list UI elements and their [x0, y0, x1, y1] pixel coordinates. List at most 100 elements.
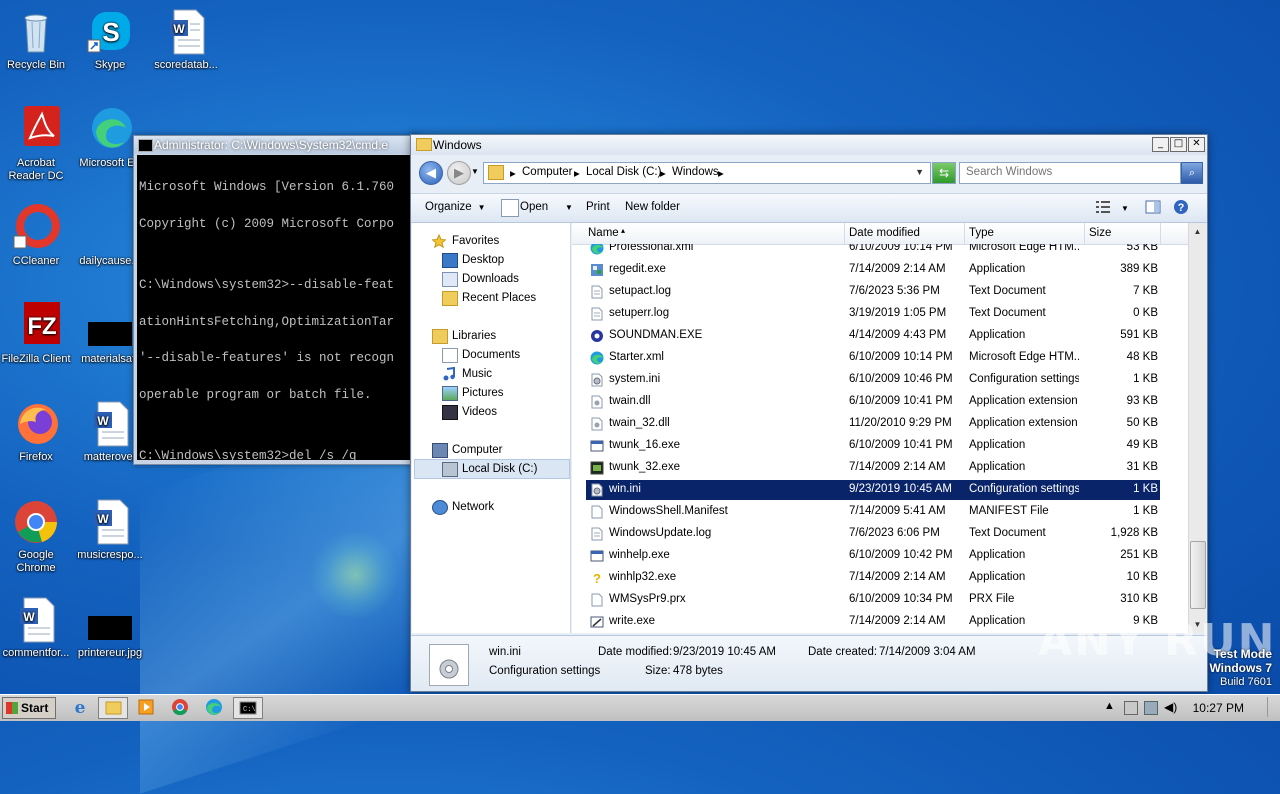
nav-favorites[interactable]: Favorites	[452, 235, 499, 247]
address-dropdown-icon[interactable]: ▼	[915, 167, 924, 177]
taskbar-ie-icon[interactable]: e	[66, 697, 94, 718]
close-button[interactable]: ✕	[1188, 137, 1205, 152]
scrollbar-thumb[interactable]	[1190, 541, 1206, 609]
breadcrumb-separator-icon[interactable]: ▸	[660, 166, 666, 180]
file-row[interactable]: WindowsUpdate.log 7/6/2023 6:06 PM Text Do…	[586, 524, 1160, 544]
maximize-button[interactable]: □	[1170, 137, 1187, 152]
show-desktop-button[interactable]	[1267, 697, 1278, 717]
open-dropdown-button[interactable]: ▼	[559, 201, 573, 213]
nav-libraries[interactable]: Libraries	[452, 330, 496, 342]
desktop-icon-skype[interactable]: S Skype	[74, 8, 146, 72]
column-divider[interactable]	[1084, 223, 1085, 244]
taskbar-explorer-icon[interactable]	[98, 697, 128, 719]
view-dropdown-icon[interactable]: ▼	[1121, 202, 1129, 214]
refresh-button[interactable]: ⇆	[932, 162, 956, 184]
new-folder-button[interactable]: New folder	[625, 201, 680, 213]
desktop-icon-acrobat[interactable]: Acrobat Reader DC	[0, 106, 72, 183]
nav-local-disk[interactable]: Local Disk (C:)	[462, 463, 537, 475]
network-tray-icon[interactable]	[1144, 701, 1158, 715]
date-modified-value: 9/23/2019 10:45 AM	[673, 646, 776, 658]
vertical-scrollbar[interactable]: ▲ ▼	[1188, 223, 1206, 633]
nav-desktop[interactable]: Desktop	[462, 254, 504, 266]
search-box[interactable]	[959, 162, 1181, 184]
file-row[interactable]: WMSysPr9.prx 6/10/2009 10:34 PM PRX File 31…	[586, 590, 1160, 610]
help-icon[interactable]: ?	[1173, 199, 1189, 215]
organize-button[interactable]: Organize ▼	[425, 201, 486, 213]
desktop-icon-filezilla[interactable]: FZ FileZilla Client	[0, 302, 72, 366]
file-row[interactable]: twain.dll 6/10/2009 10:41 PM Application e…	[586, 392, 1160, 412]
breadcrumb-separator-icon[interactable]: ▸	[510, 166, 516, 180]
file-row[interactable]: setupact.log 7/6/2023 5:36 PM Text Documen…	[586, 282, 1160, 302]
column-divider[interactable]	[1160, 223, 1161, 244]
nav-music[interactable]: Music	[462, 368, 492, 380]
cmd-titlebar[interactable]: Administrator: C:\Windows\System32\cmd.e	[134, 136, 419, 154]
action-center-icon[interactable]	[1124, 701, 1138, 715]
back-button[interactable]: ◀	[419, 161, 443, 185]
file-row[interactable]: system.ini 6/10/2009 10:46 PM Configuratio…	[586, 370, 1160, 390]
desktop-icon-commentfor[interactable]: W commentfor...	[0, 596, 72, 660]
local-disk-icon	[442, 462, 458, 477]
desktop-icon-scoredatab[interactable]: W scoredatab...	[150, 8, 222, 72]
breadcrumb-separator-icon[interactable]: ▸	[718, 166, 724, 180]
view-options-icon[interactable]	[1095, 199, 1111, 215]
nav-videos[interactable]: Videos	[462, 406, 497, 418]
file-row[interactable]: twunk_32.exe 7/14/2009 2:14 AM Application…	[586, 458, 1160, 478]
column-divider[interactable]	[964, 223, 965, 244]
taskbar-edge-icon[interactable]	[200, 697, 228, 717]
search-input[interactable]	[960, 163, 1166, 181]
start-button[interactable]: Start	[2, 697, 56, 719]
breadcrumb-local-disk[interactable]: Local Disk (C:)	[586, 166, 661, 178]
desktop-icon-chrome[interactable]: Google Chrome	[0, 498, 72, 575]
clock[interactable]: 10:27 PM	[1193, 701, 1244, 715]
nav-recent-places[interactable]: Recent Places	[462, 292, 536, 304]
breadcrumb-computer[interactable]: Computer	[522, 166, 573, 178]
file-row[interactable]: Starter.xml 6/10/2009 10:14 PM Microsoft E…	[586, 348, 1160, 368]
desktop-icon-musicrespo[interactable]: W musicrespo...	[74, 498, 146, 562]
cmd-window[interactable]: Administrator: C:\Windows\System32\cmd.e…	[133, 135, 420, 465]
open-button[interactable]: Open	[520, 201, 548, 213]
file-row[interactable]: twunk_16.exe 6/10/2009 10:41 PM Applicatio…	[586, 436, 1160, 456]
taskbar-cmd-icon[interactable]: C:\	[233, 697, 263, 719]
desktop-icon-printereur[interactable]: printereur.jpg	[74, 596, 146, 660]
recent-pages-dropdown-icon[interactable]: ▼	[471, 167, 479, 176]
nav-documents[interactable]: Documents	[462, 349, 520, 361]
nav-network[interactable]: Network	[452, 501, 494, 513]
explorer-window[interactable]: Windows _ □ ✕ ◀ ▶ ▼ ▸ Computer ▸ Local D…	[410, 134, 1208, 692]
breadcrumb-windows[interactable]: Windows	[672, 166, 719, 178]
nav-pictures[interactable]: Pictures	[462, 387, 504, 399]
minimize-button[interactable]: _	[1152, 137, 1169, 152]
column-name[interactable]: Name	[588, 227, 619, 239]
scroll-up-icon[interactable]: ▲	[1189, 223, 1206, 240]
column-divider[interactable]	[844, 223, 845, 244]
file-list[interactable]: Name ▴ Date modified Type Size Professio…	[572, 223, 1206, 633]
column-type[interactable]: Type	[969, 227, 994, 239]
desktop-icon-firefox[interactable]: Firefox	[0, 400, 72, 464]
nav-downloads[interactable]: Downloads	[462, 273, 519, 285]
volume-icon[interactable]: ◀)	[1164, 700, 1177, 714]
file-row[interactable]: SOUNDMAN.EXE 4/14/2009 4:43 PM Application…	[586, 326, 1160, 346]
file-row[interactable]: twain_32.dll 11/20/2010 9:29 PM Applicatio…	[586, 414, 1160, 434]
address-bar[interactable]: ▸ Computer ▸ Local Disk (C:) ▸ Windows ▸…	[483, 162, 931, 184]
file-row[interactable]: winhelp.exe 6/10/2009 10:42 PM Application…	[586, 546, 1160, 566]
file-row[interactable]: regedit.exe 7/14/2009 2:14 AM Application 3…	[586, 260, 1160, 280]
preview-pane-icon[interactable]	[1145, 199, 1161, 215]
file-row[interactable]: ? winhlp32.exe 7/14/2009 2:14 AM Applicatio…	[586, 568, 1160, 588]
file-row[interactable]: win.ini 9/23/2019 10:45 AM Configuration s…	[586, 480, 1160, 500]
desktop-icon-ccleaner[interactable]: CCleaner	[0, 204, 72, 268]
nav-computer[interactable]: Computer	[452, 444, 503, 456]
file-row[interactable]: WindowsShell.Manifest 7/14/2009 5:41 AM MA…	[586, 502, 1160, 522]
forward-button[interactable]: ▶	[447, 161, 471, 185]
print-button[interactable]: Print	[586, 201, 610, 213]
search-icon[interactable]: ⌕	[1181, 162, 1203, 184]
taskbar-media-player-icon[interactable]	[132, 697, 160, 717]
file-row[interactable]: setuperr.log 3/19/2019 1:05 PM Text Docume…	[586, 304, 1160, 324]
cmd-console[interactable]: Microsoft Windows [Version 6.1.760 Copyr…	[137, 155, 419, 460]
breadcrumb-separator-icon[interactable]: ▸	[574, 166, 580, 180]
column-date-modified[interactable]: Date modified	[849, 227, 920, 239]
navigation-pane[interactable]: Favorites Desktop Downloads Recent Place…	[412, 223, 571, 633]
column-size[interactable]: Size	[1089, 227, 1111, 239]
taskbar-chrome-icon[interactable]	[166, 697, 194, 717]
desktop-icon-recycle-bin[interactable]: Recycle Bin	[0, 8, 72, 72]
show-hidden-icons-icon[interactable]: ▲	[1104, 700, 1115, 712]
explorer-titlebar[interactable]: Windows _ □ ✕	[411, 135, 1207, 155]
